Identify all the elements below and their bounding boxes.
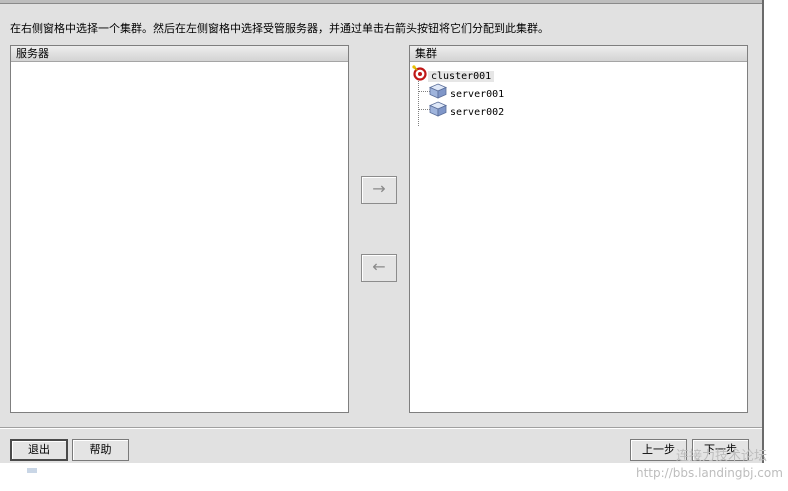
add-arrow-button[interactable]: → xyxy=(361,176,397,204)
cluster-icon xyxy=(412,65,428,87)
wizard-dialog: 在右侧窗格中选择一个集群。然后在左侧窗格中选择受管服务器，并通过单击右箭头按钮将… xyxy=(0,0,764,463)
server-icon xyxy=(429,101,447,123)
servers-panel-header: 服务器 xyxy=(11,46,348,62)
tree-node-cluster001[interactable]: cluster001 xyxy=(412,65,495,82)
cluster-panel[interactable]: 集群 cluster001 server001 server002 xyxy=(409,45,748,413)
tree-node-label: server002 xyxy=(450,107,505,118)
tree-node-server002[interactable]: server002 xyxy=(429,101,507,118)
tree-node-server001[interactable]: server001 xyxy=(429,83,507,100)
footer-separator xyxy=(0,427,762,429)
instruction-text: 在右侧窗格中选择一个集群。然后在左侧窗格中选择受管服务器，并通过单击右箭头按钮将… xyxy=(10,22,549,35)
taskbar-fragment xyxy=(27,468,37,473)
servers-panel[interactable]: 服务器 xyxy=(10,45,349,413)
remove-arrow-button[interactable]: ← xyxy=(361,254,397,282)
watermark-title: 连接力技术论坛 xyxy=(676,449,768,464)
top-border xyxy=(0,0,762,4)
tree-node-label: cluster001 xyxy=(428,71,495,82)
exit-button[interactable]: 退出 xyxy=(10,439,68,461)
help-button[interactable]: 帮助 xyxy=(72,439,129,461)
cluster-panel-header: 集群 xyxy=(410,46,747,62)
watermark-url: http://bbs.landingbj.com xyxy=(636,466,783,480)
tree-node-label: server001 xyxy=(450,89,505,100)
